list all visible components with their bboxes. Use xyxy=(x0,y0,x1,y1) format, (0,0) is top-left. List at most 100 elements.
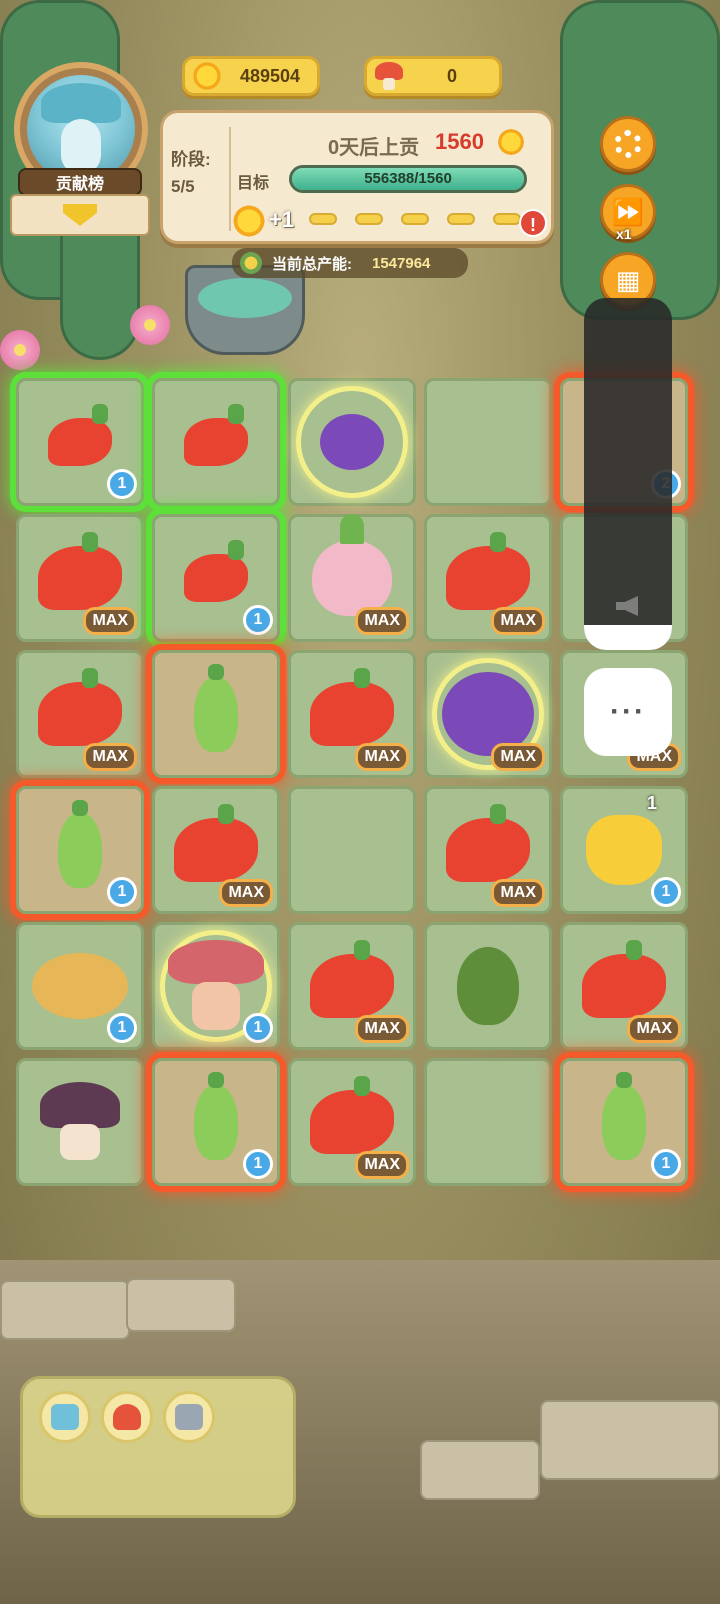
sun-icon xyxy=(231,203,267,239)
grid-cell[interactable]: MAX xyxy=(16,514,144,642)
mushroom-currency: 0 xyxy=(364,56,502,96)
grid-cell[interactable]: MAX xyxy=(424,514,552,642)
level-badge: 1 xyxy=(107,469,137,499)
bell-pepper-icon[interactable] xyxy=(586,815,662,885)
settings-button[interactable] xyxy=(600,116,656,172)
red-pepper-icon[interactable] xyxy=(174,804,258,882)
red-pepper-icon[interactable] xyxy=(38,668,122,746)
tool-tray xyxy=(20,1376,296,1518)
grid-cell[interactable]: MAX xyxy=(288,922,416,1050)
grid-cell[interactable] xyxy=(16,1058,144,1186)
max-level-badge: MAX xyxy=(83,743,137,771)
tribute-due-text: 0天后上贡 xyxy=(328,137,420,159)
total-output-bar: 当前总产能: 1547964 xyxy=(232,248,468,278)
stone-decoration xyxy=(420,1440,540,1500)
alert-icon[interactable]: ! xyxy=(519,209,547,237)
total-output-value: 1547964 xyxy=(372,254,431,272)
max-level-badge: MAX xyxy=(355,1151,409,1179)
bonus-dot xyxy=(401,213,429,225)
level-badge: 1 xyxy=(243,1149,273,1179)
red-pepper-icon[interactable] xyxy=(310,668,394,746)
grid-cell[interactable]: 11 xyxy=(560,786,688,914)
grid-cell[interactable]: 1 xyxy=(152,922,280,1050)
grid-cell[interactable]: 1 xyxy=(16,378,144,506)
grid-cell[interactable]: MAX xyxy=(424,786,552,914)
bonus-dot xyxy=(447,213,475,225)
max-level-badge: MAX xyxy=(219,879,273,907)
small-red-pepper-icon[interactable] xyxy=(48,404,112,466)
green-chili-icon[interactable] xyxy=(194,664,238,752)
stage-panel: 阶段: 5/5 0天后上贡 1560 目标 556388/1560 +1 ! xyxy=(160,110,554,244)
map-icon xyxy=(51,1404,79,1430)
tribute-amount: 1560 xyxy=(435,129,484,154)
shop-button[interactable] xyxy=(101,1391,153,1443)
bonus-dots xyxy=(309,213,521,225)
leaderboard-button[interactable] xyxy=(10,194,150,236)
speed-label: x1 xyxy=(616,226,632,242)
grid-cell[interactable] xyxy=(424,378,552,506)
green-chili-icon[interactable] xyxy=(194,1072,238,1160)
grid-cell[interactable]: 1 xyxy=(560,1058,688,1186)
sun-icon xyxy=(191,60,223,92)
grid-cell[interactable] xyxy=(152,650,280,778)
red-pepper-icon[interactable] xyxy=(582,940,666,1018)
grid-cell[interactable]: MAX xyxy=(560,922,688,1050)
mushroom-currency-value: 0 xyxy=(446,65,457,86)
red-pepper-icon[interactable] xyxy=(310,1076,394,1154)
small-red-pepper-icon[interactable] xyxy=(184,404,248,466)
red-pepper-icon[interactable] xyxy=(446,804,530,882)
grid-cell[interactable]: 1 xyxy=(16,786,144,914)
grid-cell[interactable] xyxy=(288,786,416,914)
speaker-icon xyxy=(616,596,638,616)
total-output-label: 当前总产能: xyxy=(272,255,352,273)
sun-currency-value: 489504 xyxy=(239,65,301,86)
more-options-button[interactable]: ··· xyxy=(584,668,672,756)
target-label: 目标 xyxy=(237,175,270,192)
mushroom-icon xyxy=(373,60,405,92)
grid-cell[interactable]: MAX xyxy=(288,514,416,642)
grid-cell[interactable] xyxy=(424,1058,552,1186)
red-pepper-icon[interactable] xyxy=(38,532,122,610)
fast-forward-icon: ⏩ xyxy=(611,196,645,227)
level-badge: 1 xyxy=(243,605,273,635)
leaderboard-label[interactable]: 贡献榜 xyxy=(18,168,142,196)
grid-cell[interactable]: 1 xyxy=(152,1058,280,1186)
avatar-image xyxy=(27,75,135,183)
grid-cell[interactable]: 1 xyxy=(152,514,280,642)
shop-icon xyxy=(113,1404,141,1430)
onion-icon[interactable] xyxy=(312,514,392,616)
potato-icon[interactable] xyxy=(32,953,128,1019)
sun-currency: 489504 xyxy=(182,56,320,96)
avocado-icon[interactable] xyxy=(457,947,519,1025)
red-pepper-icon[interactable] xyxy=(310,940,394,1018)
bonus-dot xyxy=(493,213,521,225)
green-chili-icon[interactable] xyxy=(58,800,102,888)
green-chili-icon[interactable] xyxy=(602,1072,646,1160)
level-badge: 1 xyxy=(107,877,137,907)
eggplant-icon[interactable] xyxy=(320,414,384,470)
small-red-pepper-icon[interactable] xyxy=(184,540,248,602)
stage-value: 5/5 xyxy=(171,177,195,196)
grid-cell[interactable] xyxy=(424,922,552,1050)
grid-cell[interactable] xyxy=(288,378,416,506)
grid-cell[interactable]: MAX xyxy=(288,650,416,778)
red-pepper-icon[interactable] xyxy=(446,532,530,610)
level-badge: 1 xyxy=(651,1149,681,1179)
max-level-badge: MAX xyxy=(491,607,545,635)
grid-cell[interactable]: MAX xyxy=(288,1058,416,1186)
grid-cell[interactable]: MAX xyxy=(152,786,280,914)
volume-slider[interactable] xyxy=(584,298,672,650)
grid-cell[interactable]: MAX xyxy=(16,650,144,778)
grid-cell[interactable]: 1 xyxy=(16,922,144,1050)
progress-text: 556388/1560 xyxy=(364,170,452,187)
handshake-button[interactable] xyxy=(163,1391,215,1443)
map-button[interactable] xyxy=(39,1391,91,1443)
grid-cell[interactable]: MAX xyxy=(424,650,552,778)
level-badge: 1 xyxy=(107,1013,137,1043)
purple-mushroom-icon[interactable] xyxy=(40,1082,120,1162)
grid-cell[interactable] xyxy=(152,378,280,506)
sprout-icon xyxy=(240,252,262,274)
max-level-badge: MAX xyxy=(627,1015,681,1043)
stone-decoration xyxy=(540,1400,720,1480)
max-level-badge: MAX xyxy=(83,607,137,635)
